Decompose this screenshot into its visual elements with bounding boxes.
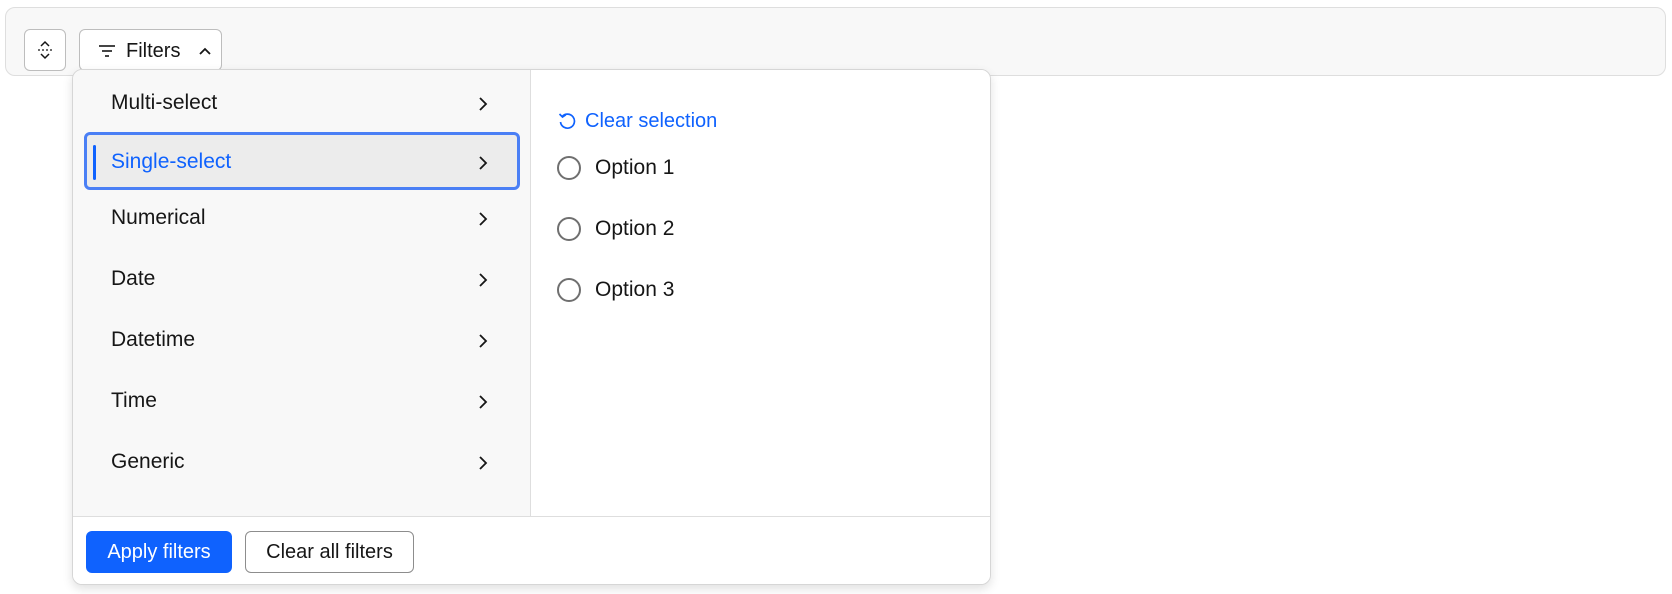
category-single-select[interactable]: Single-select: [84, 132, 520, 190]
clear-selection-label: Clear selection: [585, 109, 718, 132]
category-label: Time: [111, 389, 157, 412]
category-label: Multi-select: [111, 91, 218, 114]
option-1-radio[interactable]: Option 1: [557, 154, 674, 182]
reset-icon: [558, 113, 576, 129]
filters-button-label: Filters: [126, 40, 181, 62]
category-label: Numerical: [111, 206, 206, 229]
category-date[interactable]: Date: [73, 249, 531, 310]
panel-footer: Apply filters Clear all filters: [73, 516, 990, 584]
category-numerical[interactable]: Numerical: [73, 188, 531, 249]
expand-collapse-icon: [38, 40, 52, 60]
option-2-radio[interactable]: Option 2: [557, 215, 674, 243]
chevron-right-icon: [479, 273, 488, 287]
chevron-right-icon: [479, 156, 488, 170]
category-multi-select[interactable]: Multi-select: [73, 73, 531, 134]
filter-icon: [99, 45, 115, 57]
filter-category-list: Multi-select Single-select Numerical Dat…: [73, 70, 531, 516]
category-label: Single-select: [111, 150, 232, 173]
expand-collapse-button[interactable]: [24, 29, 66, 71]
clear-all-filters-button[interactable]: Clear all filters: [245, 531, 414, 573]
radio-button[interactable]: [557, 217, 581, 241]
selected-indicator: [93, 145, 96, 180]
option-label: Option 2: [595, 217, 675, 240]
option-label: Option 1: [595, 156, 675, 179]
apply-filters-button[interactable]: Apply filters: [86, 531, 232, 573]
radio-button[interactable]: [557, 156, 581, 180]
option-label: Option 3: [595, 278, 675, 301]
filter-toolbar: Filters: [5, 7, 1666, 76]
clear-selection-link[interactable]: Clear selection: [557, 108, 717, 134]
chevron-right-icon: [479, 334, 488, 348]
single-select-options: Clear selection Option 1 Option 2 Option…: [531, 70, 990, 516]
option-3-radio[interactable]: Option 3: [557, 276, 674, 304]
category-label: Date: [111, 267, 156, 290]
category-label: Datetime: [111, 328, 196, 351]
category-time[interactable]: Time: [73, 371, 531, 432]
category-datetime[interactable]: Datetime: [73, 310, 531, 371]
filters-dropdown-panel: Multi-select Single-select Numerical Dat…: [72, 69, 991, 585]
category-generic[interactable]: Generic: [73, 432, 531, 493]
chevron-right-icon: [479, 395, 488, 409]
chevron-right-icon: [479, 212, 488, 226]
filters-button[interactable]: Filters: [79, 29, 222, 71]
chevron-up-icon: [199, 47, 211, 55]
chevron-right-icon: [479, 456, 488, 470]
category-label: Generic: [111, 450, 185, 473]
radio-button[interactable]: [557, 278, 581, 302]
chevron-right-icon: [479, 97, 488, 111]
